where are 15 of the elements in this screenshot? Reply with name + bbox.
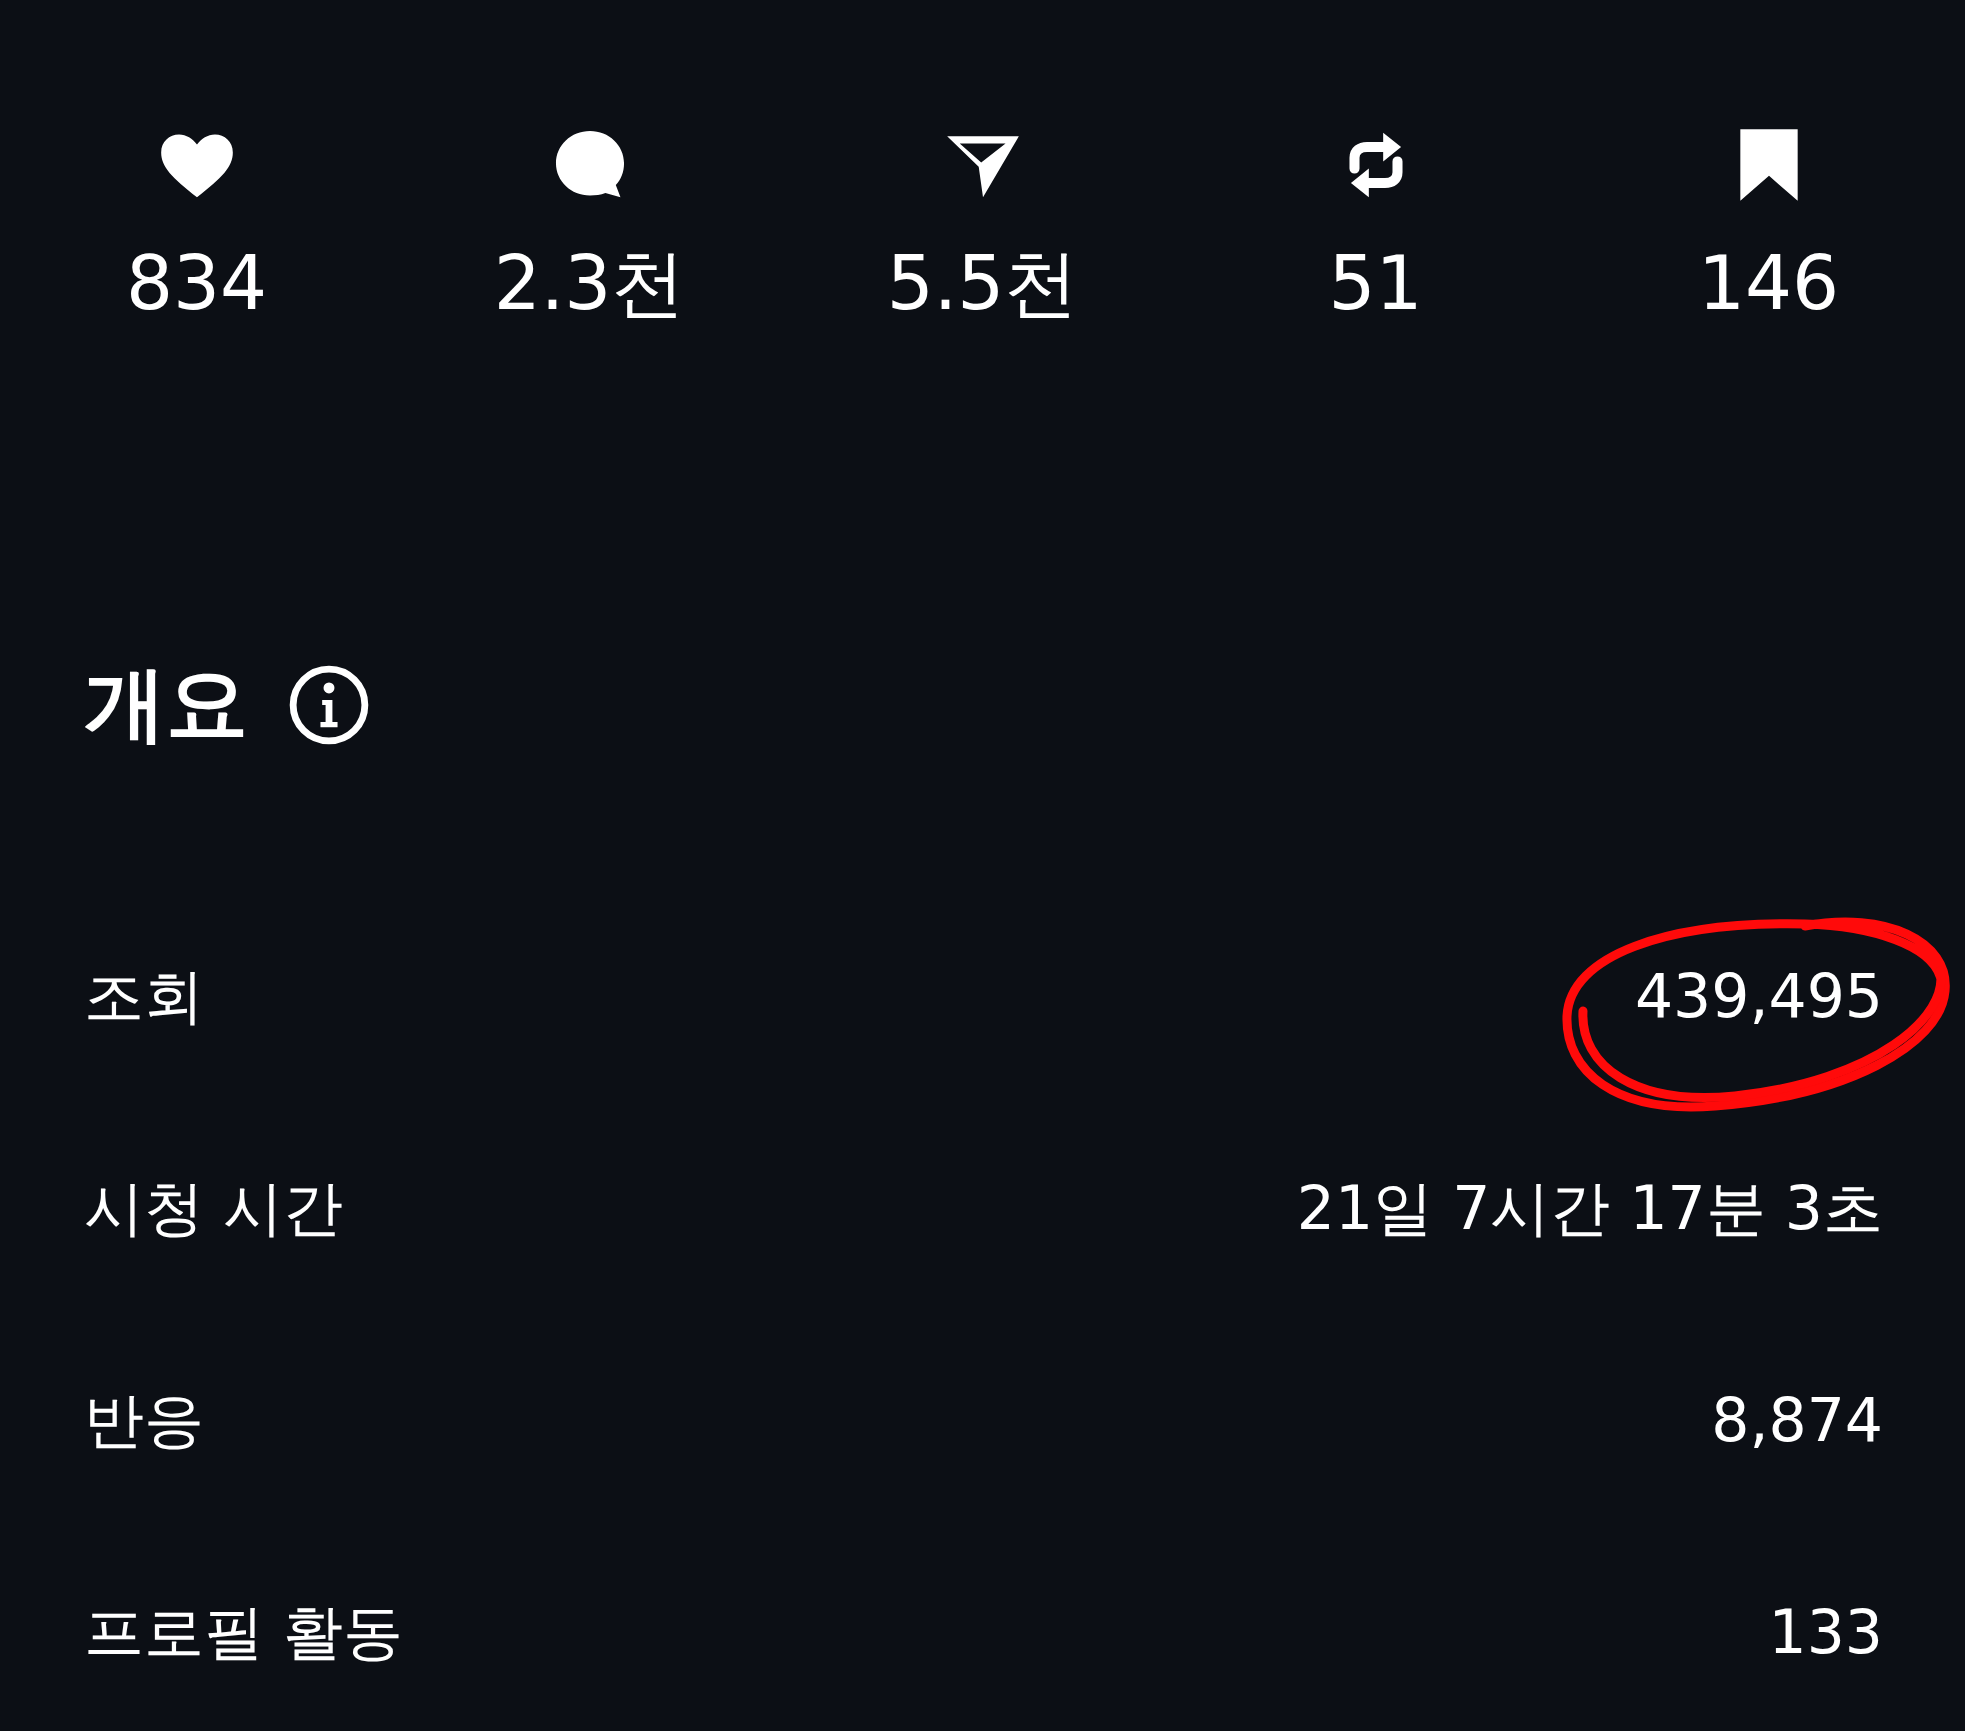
stat-count: 2.3천 bbox=[493, 246, 686, 320]
metric-label: 조회 bbox=[84, 966, 204, 1026]
metric-value: 439,495 bbox=[1634, 961, 1883, 1031]
section-title: 개요 bbox=[84, 655, 248, 753]
stat-count: 834 bbox=[125, 246, 268, 320]
metric-label: 프로필 활동 bbox=[84, 1602, 404, 1662]
metric-label: 시청 시간 bbox=[84, 1178, 344, 1238]
info-icon[interactable] bbox=[288, 664, 370, 746]
stat-count: 51 bbox=[1328, 246, 1423, 320]
stat-count: 5.5천 bbox=[886, 246, 1079, 320]
stat-count: 146 bbox=[1697, 246, 1840, 320]
metric-label: 반응 bbox=[84, 1390, 204, 1450]
metric-value: 133 bbox=[1768, 1597, 1883, 1667]
metric-value: 21일 7시간 17분 3초 bbox=[1296, 1173, 1883, 1243]
metric-value: 8,874 bbox=[1711, 1385, 1883, 1455]
